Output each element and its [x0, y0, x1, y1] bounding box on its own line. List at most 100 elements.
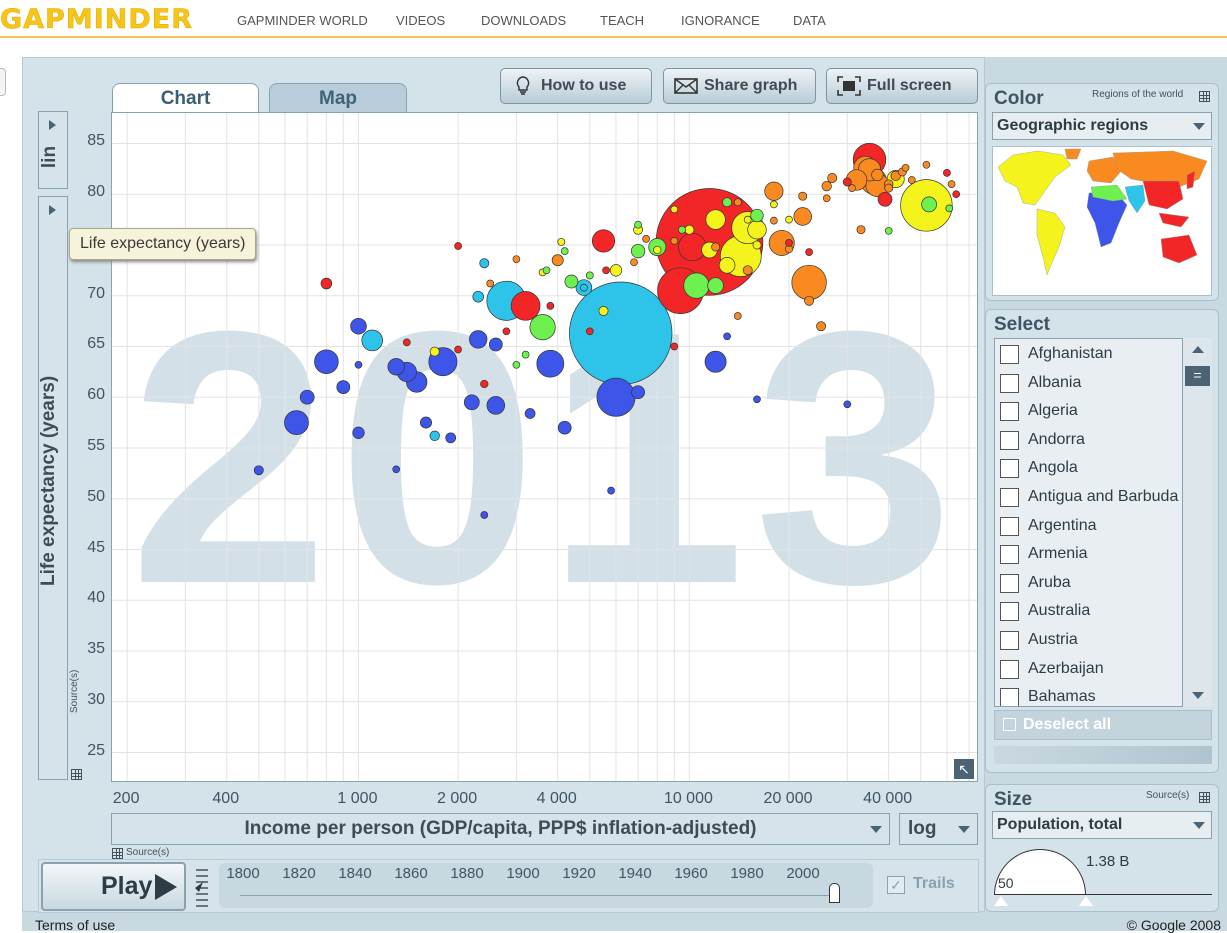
country-bubble[interactable] [542, 266, 551, 275]
country-list-item[interactable]: Austria [995, 627, 1183, 655]
country-bubble[interactable] [585, 271, 594, 280]
country-bubble[interactable] [512, 360, 521, 369]
country-bubble[interactable] [901, 163, 910, 172]
country-bubble[interactable] [747, 220, 767, 240]
country-list-item[interactable]: Albania [995, 370, 1183, 398]
country-bubble[interactable] [743, 215, 752, 224]
country-bubble[interactable] [642, 235, 650, 243]
country-bubble[interactable] [480, 379, 489, 389]
country-bubble[interactable] [445, 432, 457, 444]
share-graph-button[interactable]: Share graph [663, 68, 816, 104]
country-bubble[interactable] [653, 245, 662, 255]
country-bubble[interactable] [598, 306, 609, 316]
country-checkbox[interactable] [1000, 516, 1019, 536]
country-bubble[interactable] [798, 191, 808, 201]
country-bubble[interactable] [753, 395, 761, 404]
country-bubble[interactable] [827, 173, 838, 183]
country-bubble[interactable] [557, 420, 572, 435]
country-bubble[interactable] [596, 377, 636, 417]
country-bubble[interactable] [770, 216, 778, 225]
x-indicator-selector[interactable]: Income per person (GDP/capita, PPP$ infl… [111, 813, 890, 845]
country-bubble[interactable] [684, 224, 695, 235]
deselect-all-button[interactable]: Deselect all [994, 710, 1212, 740]
country-bubble[interactable] [711, 242, 721, 252]
country-bubble[interactable] [634, 220, 642, 229]
country-list-item[interactable]: Algeria [995, 398, 1183, 426]
country-list-item[interactable]: Argentina [995, 513, 1183, 541]
country-bubble[interactable] [884, 226, 893, 235]
country-bubble[interactable] [952, 190, 961, 199]
tab-map[interactable]: Map [269, 83, 407, 113]
country-list-item[interactable]: Bahamas [995, 684, 1183, 706]
country-checkbox[interactable] [1000, 345, 1019, 364]
country-bubble[interactable] [722, 197, 733, 208]
country-bubble[interactable] [564, 274, 579, 289]
scroll-up-icon[interactable] [1192, 346, 1204, 353]
y-source-grid-icon[interactable] [71, 769, 82, 780]
full-screen-button[interactable]: Full screen [826, 68, 978, 104]
country-bubble[interactable] [884, 183, 894, 193]
tab-chart[interactable]: Chart [112, 83, 259, 114]
country-bubble[interactable] [486, 396, 506, 415]
country-list-item[interactable]: Australia [995, 598, 1183, 626]
country-bubble[interactable] [707, 277, 724, 294]
country-checkbox[interactable] [1000, 659, 1019, 679]
country-bubble[interactable] [785, 215, 793, 224]
country-checkbox[interactable] [1000, 631, 1019, 650]
country-bubble[interactable] [354, 360, 363, 369]
country-bubble[interactable] [678, 225, 686, 234]
country-list-item[interactable]: Afghanistan [995, 341, 1183, 369]
how-to-use-button[interactable]: How to use [500, 68, 652, 104]
country-list-item[interactable]: Andorra [995, 427, 1183, 455]
country-bubble[interactable] [723, 332, 731, 341]
country-bubble[interactable] [361, 329, 383, 352]
country-bubble[interactable] [585, 327, 594, 336]
size-source-grid-icon[interactable] [1199, 792, 1210, 803]
country-bubble[interactable] [785, 239, 793, 247]
nav-data[interactable]: DATA [793, 13, 826, 28]
country-checkbox[interactable] [1000, 488, 1019, 507]
country-bubble[interactable] [536, 349, 565, 378]
country-bubble[interactable] [921, 196, 937, 213]
country-bubble[interactable] [943, 169, 951, 177]
country-bubble[interactable] [560, 247, 569, 255]
play-button[interactable]: Play [41, 862, 186, 911]
country-bubble[interactable] [742, 265, 753, 276]
country-bubble[interactable] [350, 317, 367, 335]
country-bubble[interactable] [683, 272, 710, 299]
country-bubble[interactable] [822, 194, 831, 203]
country-bubble[interactable] [320, 277, 333, 290]
y-source-link[interactable]: Source(s) [69, 653, 80, 713]
country-checkbox[interactable] [1000, 602, 1019, 622]
country-bubble[interactable] [524, 408, 536, 419]
country-bubble[interactable] [602, 266, 610, 275]
country-bubble[interactable] [557, 237, 566, 246]
bubble-chart[interactable]: 2013 ↖ [111, 112, 978, 782]
country-bubble[interactable] [733, 312, 742, 320]
country-bubble[interactable] [907, 176, 916, 184]
country-checkbox[interactable] [1000, 545, 1019, 565]
country-bubble[interactable] [551, 254, 564, 267]
country-bubble[interactable] [420, 416, 432, 429]
country-bubble[interactable] [947, 180, 956, 188]
country-checkbox[interactable] [1000, 688, 1019, 706]
country-bubble[interactable] [816, 321, 827, 332]
country-bubble[interactable] [805, 248, 813, 256]
country-checkbox[interactable] [1000, 402, 1019, 422]
country-list-item[interactable]: Armenia [995, 541, 1183, 569]
country-bubble[interactable] [463, 394, 480, 411]
country-bubble[interactable] [392, 465, 401, 474]
country-bubble[interactable] [480, 511, 489, 519]
country-bubble[interactable] [630, 243, 646, 259]
country-checkbox[interactable] [1000, 373, 1019, 393]
country-bubble[interactable] [922, 160, 931, 169]
country-bubble[interactable] [253, 465, 264, 476]
size-min-handle[interactable] [994, 896, 1008, 906]
gapminder-logo[interactable]: GAPMINDER [0, 4, 193, 36]
world-region-map[interactable] [992, 146, 1212, 296]
country-bubble[interactable] [429, 430, 440, 441]
country-bubble[interactable] [609, 264, 623, 277]
country-bubble[interactable] [429, 346, 440, 357]
expand-arrow-icon[interactable]: ↖ [954, 759, 974, 779]
country-bubble[interactable] [454, 242, 462, 250]
